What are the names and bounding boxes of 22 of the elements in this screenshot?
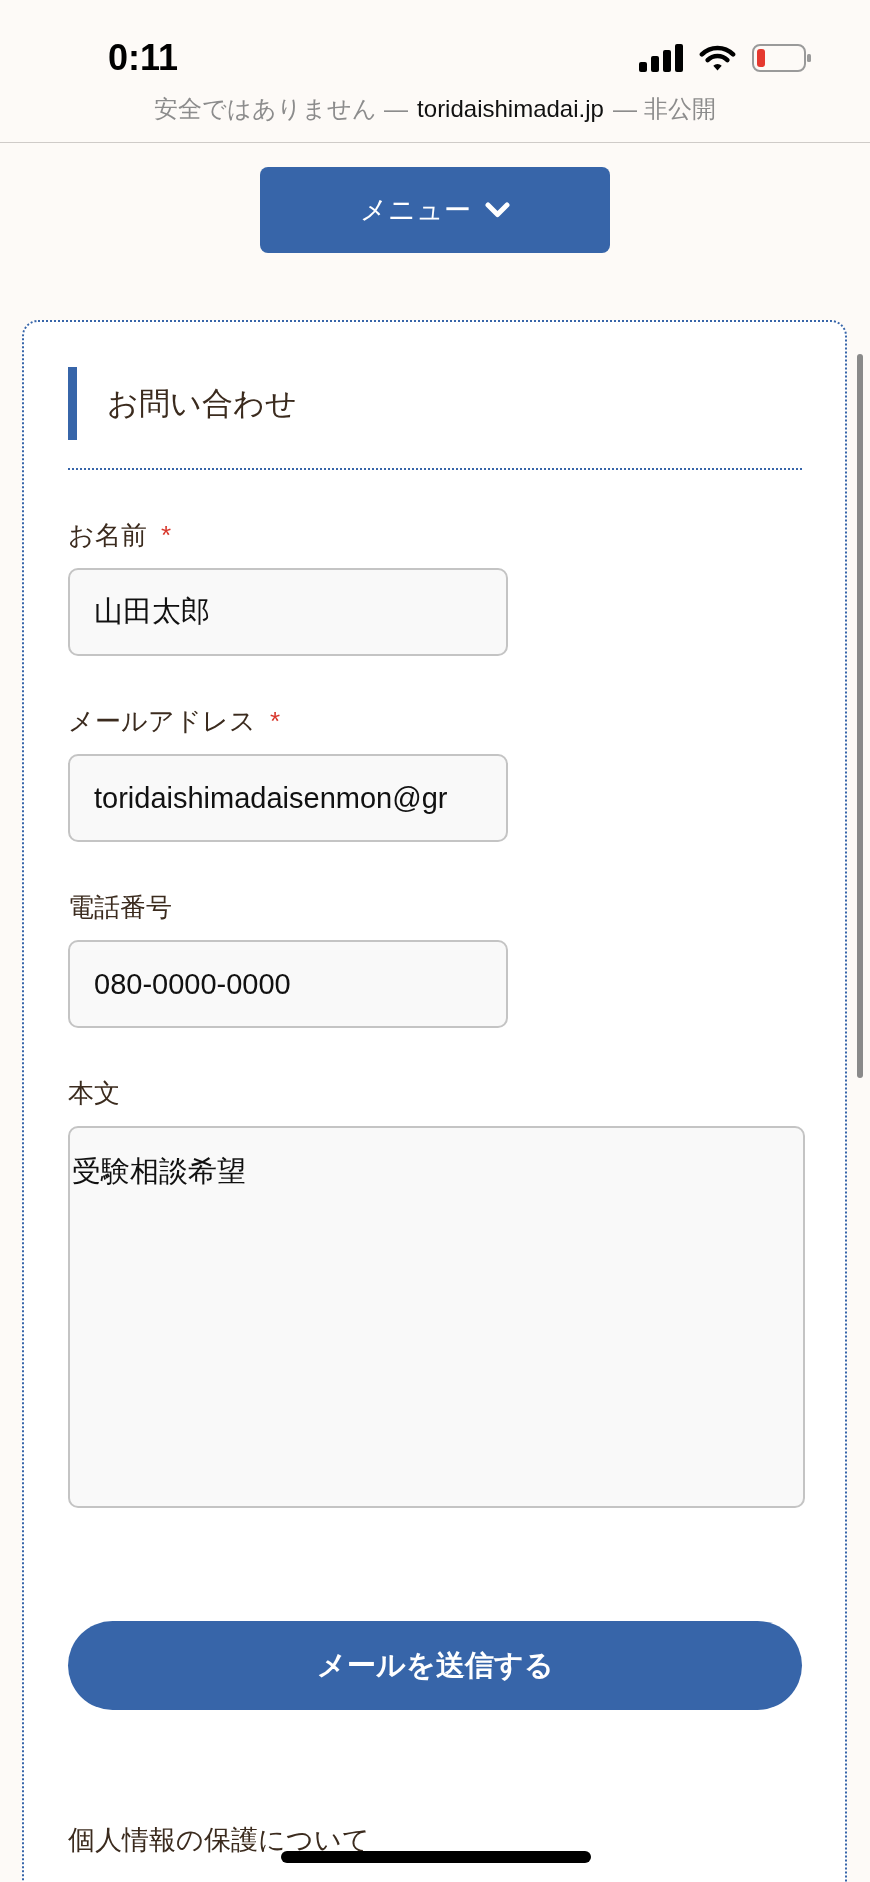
field-label: 電話番号 xyxy=(68,891,172,924)
required-asterisk: * xyxy=(270,705,281,738)
wifi-icon xyxy=(699,44,736,72)
security-warning: 安全ではありません — xyxy=(154,94,409,124)
site-domain: toridaishimadai.jp xyxy=(417,94,604,124)
chevron-down-icon xyxy=(485,202,510,218)
text-field[interactable]: 080-0000-0000 xyxy=(68,940,508,1028)
text-field[interactable]: toridaishimadaisenmon@gr xyxy=(68,754,508,842)
menu-button[interactable]: メニュー xyxy=(260,167,610,253)
privacy-label: — 非公開 xyxy=(612,94,716,124)
status-time: 0:11 xyxy=(108,38,179,78)
section-heading: 個人情報の保護について xyxy=(68,1824,370,1857)
text-field[interactable]: 山田太郎 xyxy=(68,568,508,656)
form-title: お問い合わせ xyxy=(68,367,802,440)
send-button[interactable]: メールを送信する xyxy=(68,1621,802,1710)
field-label: メールアドレス xyxy=(68,705,256,738)
field-label: お名前 xyxy=(68,519,147,552)
signal-icon xyxy=(639,44,683,72)
field-label: 本文 xyxy=(68,1077,120,1110)
required-asterisk: * xyxy=(161,519,172,552)
battery-icon xyxy=(752,44,812,72)
text-area[interactable]: 受験相談希望 xyxy=(68,1126,805,1508)
